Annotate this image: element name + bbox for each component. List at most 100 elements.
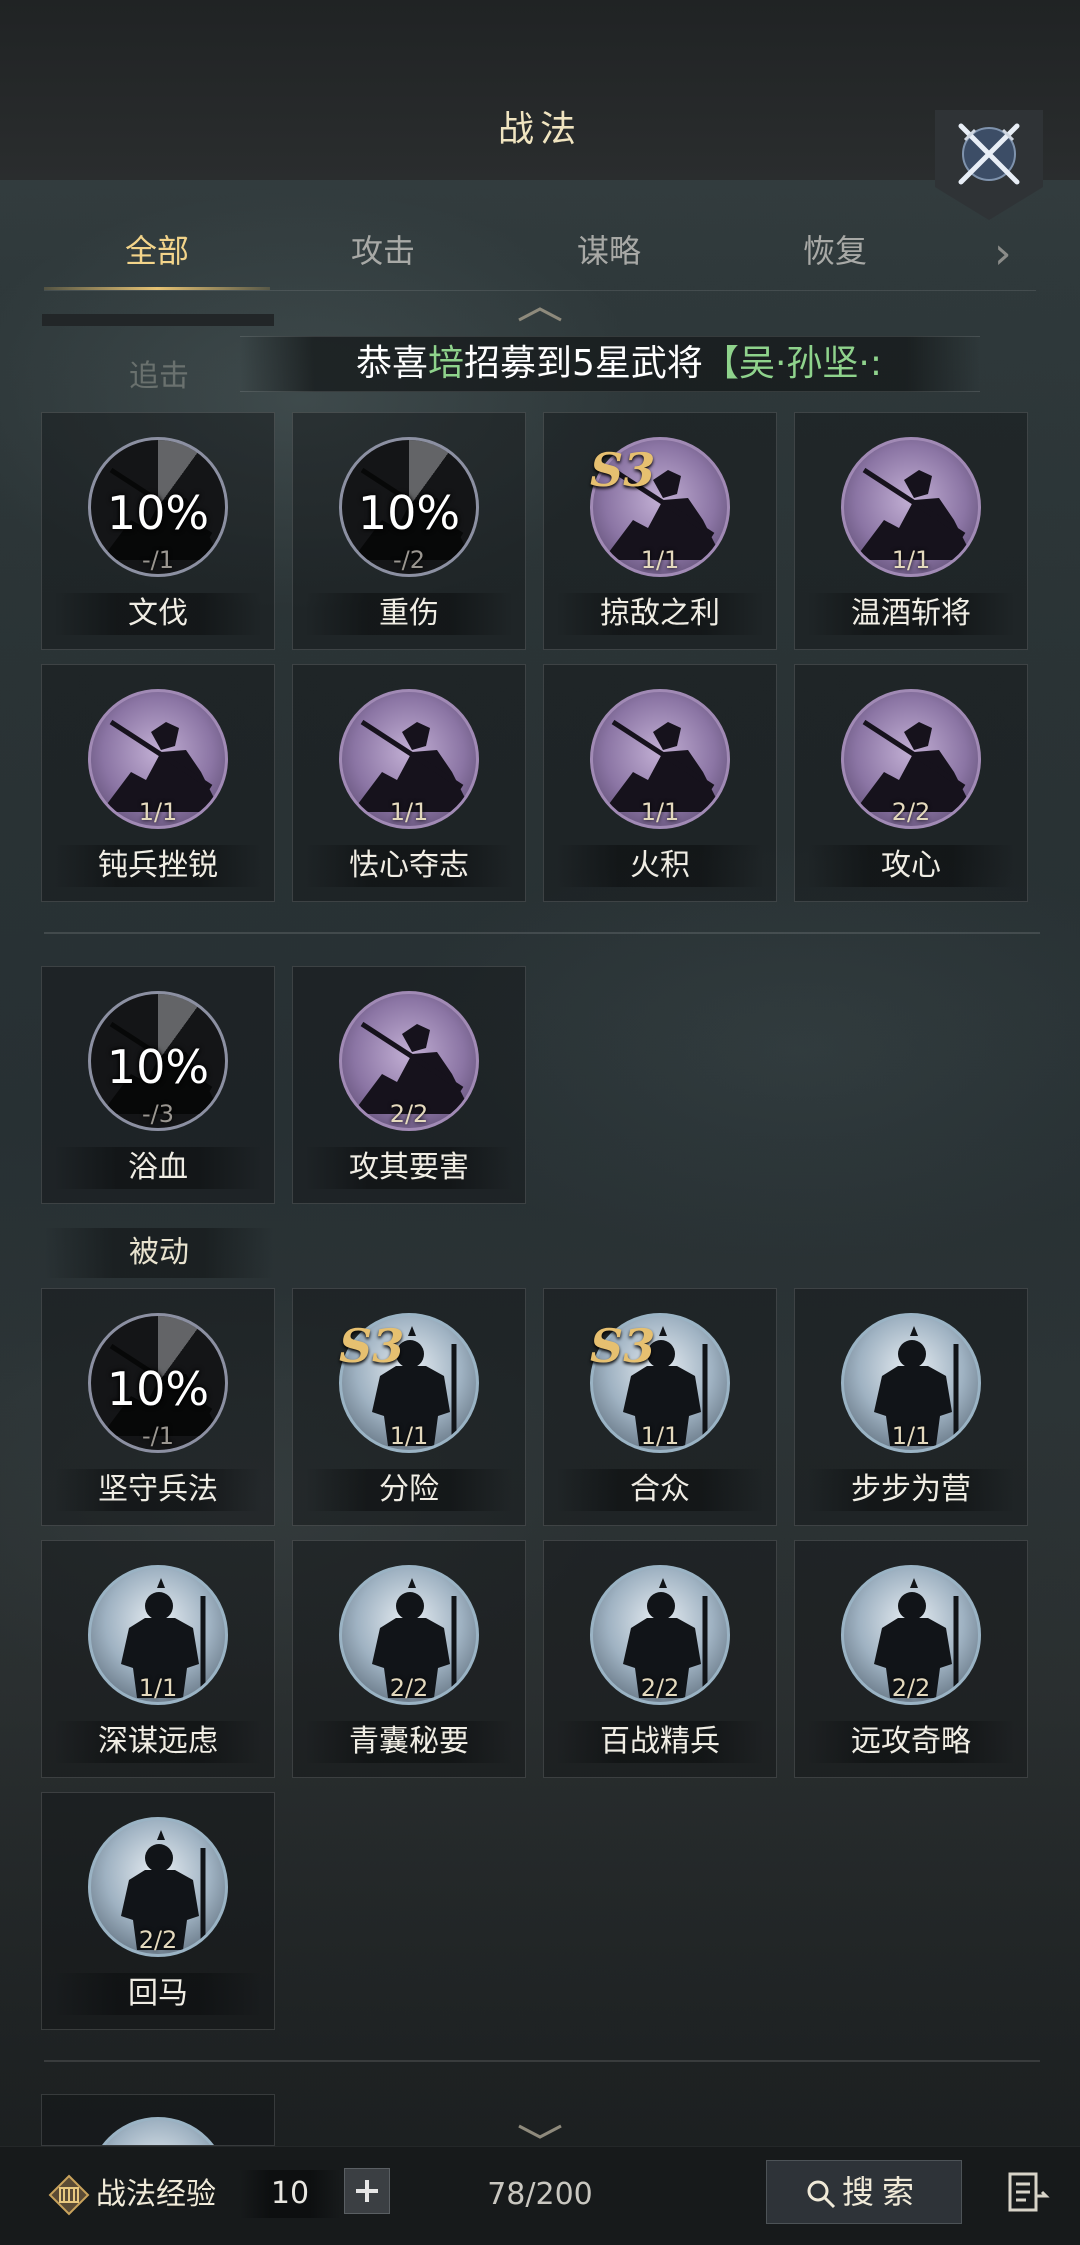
- skill-icon: 2/2: [590, 1565, 730, 1705]
- skill-level: 1/1: [389, 1422, 429, 1450]
- skill-level: 2/2: [389, 1100, 429, 1128]
- skill-level: -/3: [141, 1100, 174, 1128]
- add-exp-button[interactable]: [344, 2168, 390, 2214]
- skill-card[interactable]: 2/2 攻其要害: [292, 966, 526, 1204]
- skill-icon: 1/1: [841, 1313, 981, 1453]
- skill-icon: 10% -/1: [88, 437, 228, 577]
- skill-card-partial[interactable]: [41, 2094, 275, 2146]
- skill-level: 1/1: [640, 1422, 680, 1450]
- skill-card[interactable]: 2/2 远攻奇略: [794, 1540, 1028, 1778]
- category-tabs: 全部 攻击 谋略 恢复: [44, 222, 1040, 292]
- skill-name: 文伐: [54, 593, 262, 635]
- list-menu-icon[interactable]: [1006, 2170, 1050, 2214]
- skill-name: 深谋远虑: [54, 1721, 262, 1763]
- skill-level: 2/2: [640, 1674, 680, 1702]
- tab-strategy[interactable]: 谋略: [496, 222, 722, 292]
- skill-name: 百战精兵: [556, 1721, 764, 1763]
- skill-level: 2/2: [138, 1926, 178, 1954]
- chevron-down-icon: [518, 2124, 562, 2139]
- tabs-next-arrow-icon[interactable]: ›: [994, 228, 1012, 279]
- skill-icon: 1/1: [88, 1565, 228, 1705]
- skill-icon: [88, 2117, 228, 2145]
- cooldown-percent: 10%: [106, 1362, 210, 1416]
- skill-level: 2/2: [891, 1674, 931, 1702]
- skill-card[interactable]: 1/1 火积: [543, 664, 777, 902]
- s3-season-badge: S3: [590, 1319, 656, 1373]
- skill-icon: 2/2: [339, 1565, 479, 1705]
- skill-name: 重伤: [305, 593, 513, 635]
- skill-icon: 10% -/3: [88, 991, 228, 1131]
- tab-recovery[interactable]: 恢复: [722, 222, 948, 292]
- skill-card[interactable]: 1/1 钝兵挫锐: [41, 664, 275, 902]
- skill-name: 钝兵挫锐: [54, 845, 262, 887]
- skill-level: 1/1: [891, 1422, 931, 1450]
- skill-card[interactable]: 1/1 S3 合众: [543, 1288, 777, 1526]
- skill-name: 步步为营: [807, 1469, 1015, 1511]
- skill-card[interactable]: 10% -/3 浴血: [41, 966, 275, 1204]
- section-header-pursuit: 追击: [129, 359, 189, 394]
- skill-icon: 1/1: [841, 437, 981, 577]
- skill-card[interactable]: 1/1 温酒斩将: [794, 412, 1028, 650]
- skill-level: -/1: [141, 546, 174, 574]
- skill-name: 掠敌之利: [556, 593, 764, 635]
- skill-icon: 10% -/2: [339, 437, 479, 577]
- skill-level: -/1: [141, 1422, 174, 1450]
- tab-attack[interactable]: 攻击: [270, 222, 496, 292]
- skill-card[interactable]: 2/2 百战精兵: [543, 1540, 777, 1778]
- s3-season-badge: S3: [590, 443, 656, 497]
- skill-name: 青囊秘要: [305, 1721, 513, 1763]
- skill-name: 合众: [556, 1469, 764, 1511]
- broadcast-message: 招募到5星武将: [464, 343, 703, 384]
- skill-card[interactable]: 2/2 攻心: [794, 664, 1028, 902]
- skill-level: 1/1: [138, 1674, 178, 1702]
- section-divider: [44, 932, 1040, 934]
- skill-icon: 10% -/1: [88, 1313, 228, 1453]
- broadcast-prefix: 恭喜: [356, 343, 429, 384]
- section-divider-bottom: [44, 2060, 1040, 2062]
- tab-all[interactable]: 全部: [44, 222, 270, 292]
- s3-season-badge: S3: [339, 1319, 405, 1373]
- tabs-divider: [44, 290, 1036, 291]
- skill-card[interactable]: 1/1 S3 分险: [292, 1288, 526, 1526]
- top-bar: [0, 0, 1080, 180]
- skill-name: 温酒斩将: [807, 593, 1015, 635]
- skill-card[interactable]: 1/1 步步为营: [794, 1288, 1028, 1526]
- skill-name: 回马: [54, 1973, 262, 2015]
- skill-count: 78/200: [487, 2177, 593, 2212]
- skill-card[interactable]: 10% -/2 重伤: [292, 412, 526, 650]
- skill-level: 1/1: [389, 798, 429, 826]
- skill-card[interactable]: 2/2 青囊秘要: [292, 1540, 526, 1778]
- skill-exp-icon: [48, 2174, 90, 2216]
- skill-card[interactable]: 1/1 深谋远虑: [41, 1540, 275, 1778]
- skill-card[interactable]: 2/2 回马: [41, 1792, 275, 2030]
- skill-icon: 2/2: [88, 1817, 228, 1957]
- crossed-swords-icon: [958, 123, 1020, 185]
- skill-level: 1/1: [891, 546, 931, 574]
- skill-card[interactable]: 10% -/1 坚守兵法: [41, 1288, 275, 1526]
- scroll-indicator: [42, 314, 274, 326]
- skill-name: 分险: [305, 1469, 513, 1511]
- skill-icon: 1/1: [88, 689, 228, 829]
- skill-card[interactable]: 1/1 S3 掠敌之利: [543, 412, 777, 650]
- skill-icon: 1/1: [339, 689, 479, 829]
- skill-name: 火积: [556, 845, 764, 887]
- cooldown-percent: 10%: [357, 486, 461, 540]
- cooldown-percent: 10%: [106, 1040, 210, 1094]
- broadcast-general: 【吴·孙坚·:: [702, 343, 882, 384]
- skill-card[interactable]: 10% -/1 文伐: [41, 412, 275, 650]
- search-label: 搜索: [841, 2173, 922, 2211]
- skill-level: 1/1: [640, 798, 680, 826]
- close-button[interactable]: [935, 110, 1043, 220]
- skill-name: 攻心: [807, 845, 1015, 887]
- skill-icon: 2/2: [841, 689, 981, 829]
- skill-card[interactable]: 1/1 怯心夺志: [292, 664, 526, 902]
- search-button[interactable]: 搜索: [766, 2160, 962, 2224]
- skill-level: -/2: [392, 546, 425, 574]
- skill-exp-value: 10: [240, 2170, 340, 2218]
- skill-name: 攻其要害: [305, 1147, 513, 1189]
- skill-name: 怯心夺志: [305, 845, 513, 887]
- skill-exp-label: 战法经验: [96, 2177, 216, 2212]
- skill-level: 1/1: [640, 546, 680, 574]
- skill-icon: 2/2: [841, 1565, 981, 1705]
- skill-icon: 2/2: [339, 991, 479, 1131]
